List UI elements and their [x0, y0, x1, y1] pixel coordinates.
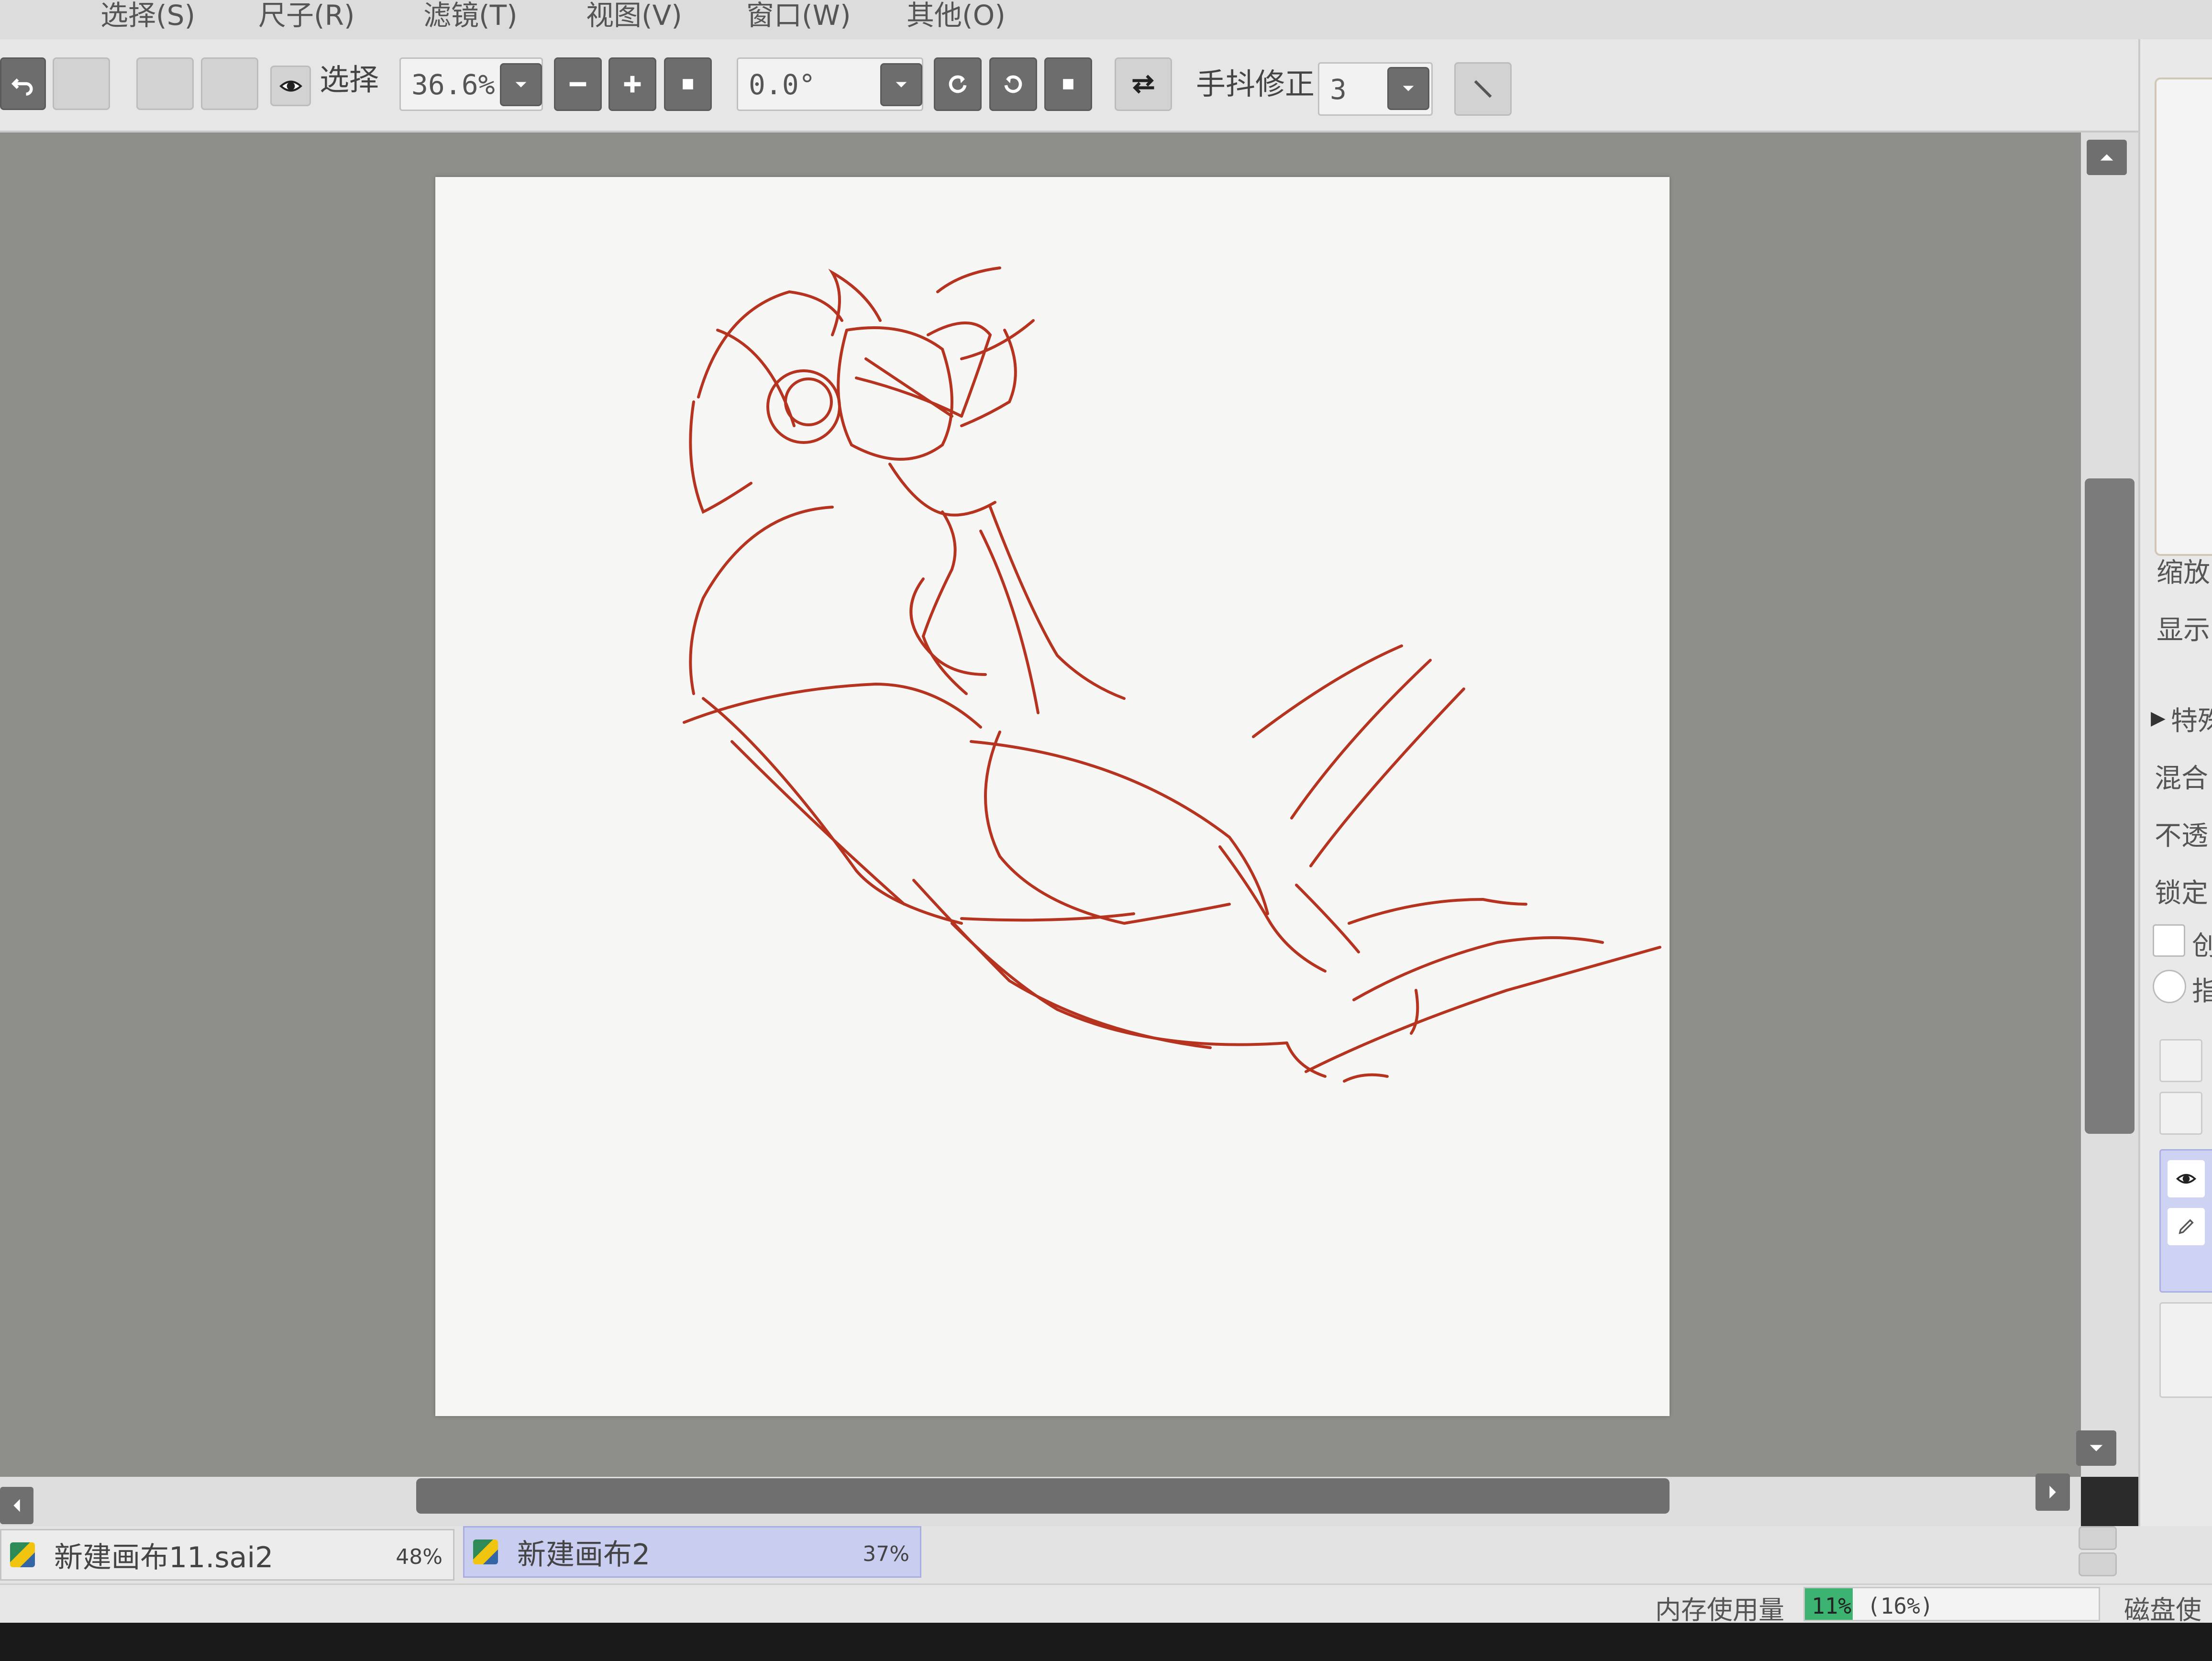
redo-button[interactable]: [53, 57, 110, 110]
panel-label-opacity: 不透: [2155, 820, 2208, 852]
sketch-drawing: [683, 266, 1661, 1083]
zoom-out-button[interactable]: [554, 57, 602, 111]
right-panel: 缩放 显示 ▶ 特殊 混合 不透 锁定 创 指: [2138, 39, 2212, 1623]
toolbar-blank-button-1[interactable]: [136, 57, 194, 110]
zoom-dropdown[interactable]: [500, 63, 542, 106]
toolbar: 选择 36.6% 0.0° 手抖修正 3: [0, 39, 2212, 133]
menu-window[interactable]: 窗口(W): [746, 1, 851, 34]
reset-rotate-button[interactable]: [1044, 57, 1092, 111]
panel-label-create: 创: [2192, 930, 2212, 962]
document-tab-bar: 新建画布11.sai2 48% 新建画布2 37%: [0, 1526, 2212, 1583]
layer-visibility-toggle[interactable]: [2168, 1160, 2205, 1197]
zoom-in-icon: [624, 76, 641, 93]
panel-label-blend: 混合: [2155, 763, 2208, 794]
option-checkbox[interactable]: [2153, 924, 2185, 957]
drawing-canvas[interactable]: [435, 177, 1670, 1416]
scroll-down-icon: [2090, 1445, 2103, 1451]
disk-usage-label: 磁盘使: [2124, 1595, 2201, 1625]
scroll-right-button[interactable]: [2035, 1473, 2070, 1511]
layer-edit-toggle[interactable]: [2168, 1208, 2205, 1245]
selection-visibility-toggle[interactable]: [270, 66, 311, 106]
document-tab-1[interactable]: 新建画布11.sai2 48%: [0, 1529, 454, 1581]
tab-filename: 新建画布2: [517, 1538, 651, 1572]
horizontal-scroll-thumb[interactable]: [416, 1478, 1670, 1514]
zoom-out-icon: [569, 82, 586, 87]
pencil-icon: [2179, 1219, 2194, 1234]
flip-horizontal-button[interactable]: [1115, 57, 1172, 111]
option-radio[interactable]: [2153, 970, 2186, 1003]
menu-select[interactable]: 选择(S): [100, 1, 195, 34]
eye-icon: [279, 80, 302, 91]
panel-label-zoom: 缩放: [2157, 557, 2210, 588]
scroll-right-icon: [2049, 1485, 2056, 1499]
pen-icon: [1474, 80, 1492, 98]
scroll-left-icon: [13, 1499, 20, 1512]
vertical-scroll-thumb[interactable]: [2085, 478, 2135, 1134]
memory-usage-value: 11%: [1812, 1593, 1852, 1619]
memory-peak-value: (16%): [1867, 1593, 1934, 1619]
flip-horizontal-icon: [1132, 75, 1154, 94]
canvas-file-icon: [10, 1542, 35, 1567]
chevron-down-icon: [515, 82, 527, 88]
expand-arrow-icon[interactable]: ▶: [2151, 707, 2166, 729]
canvas-file-icon: [473, 1539, 498, 1564]
menu-other[interactable]: 其他(O): [907, 1, 1006, 34]
panel-label-specify: 指: [2192, 976, 2212, 1007]
tab-zoom-level: 48%: [396, 1545, 442, 1569]
rotate-left-icon: [949, 75, 967, 93]
memory-usage-label: 内存使用量: [1655, 1595, 1784, 1625]
scroll-down-button[interactable]: [2076, 1430, 2116, 1466]
layer-item-active[interactable]: [2159, 1149, 2212, 1293]
menu-ruler[interactable]: 尺子(R): [258, 1, 355, 34]
pen-pressure-button[interactable]: [1454, 62, 1512, 116]
monitor-bezel: [0, 1623, 2212, 1661]
tab-zoom-level: 37%: [863, 1542, 909, 1566]
toolbar-blank-button-2[interactable]: [201, 57, 258, 110]
reset-rotate-icon: [1063, 79, 1073, 89]
panel-label-lock: 锁定: [2155, 878, 2208, 909]
memory-usage-meter: 11% (16%): [1803, 1587, 2100, 1621]
menu-view[interactable]: 视图(V): [586, 1, 682, 34]
panel-label-display: 显示: [2157, 615, 2210, 646]
undo-icon: [11, 78, 33, 96]
chevron-down-icon: [1403, 86, 1414, 91]
status-bar: 内存使用量 11% (16%) 磁盘使: [0, 1583, 2212, 1625]
rotate-left-button[interactable]: [934, 57, 982, 111]
scroll-up-button[interactable]: [2087, 140, 2127, 175]
panel-label-special: 特殊: [2171, 706, 2212, 737]
eye-icon: [2176, 1174, 2197, 1184]
document-tab-2[interactable]: 新建画布2 37%: [463, 1526, 921, 1578]
zoom-in-button[interactable]: [608, 57, 656, 111]
reset-zoom-button[interactable]: [664, 57, 712, 111]
layer-item[interactable]: [2159, 1302, 2212, 1398]
tab-scroll-up-button[interactable]: [2079, 1526, 2117, 1550]
selection-label: 选择: [320, 62, 379, 97]
rotation-dropdown[interactable]: [880, 63, 922, 106]
menu-filter[interactable]: 滤镜(T): [423, 1, 518, 34]
new-layer-set-button[interactable]: [2159, 1092, 2202, 1135]
chevron-down-icon: [896, 82, 907, 88]
scroll-left-button[interactable]: [0, 1487, 33, 1524]
new-layer-button[interactable]: [2159, 1039, 2202, 1082]
stabilizer-label: 手抖修正: [1196, 66, 1315, 101]
menu-bar: 选择(S) 尺子(R) 滤镜(T) 视图(V) 窗口(W) 其他(O): [0, 0, 2212, 39]
rotate-right-button[interactable]: [989, 57, 1037, 111]
tab-filename: 新建画布11.sai2: [54, 1540, 274, 1574]
undo-button[interactable]: [0, 57, 46, 110]
scroll-up-icon: [2100, 154, 2113, 161]
navigator-preview[interactable]: [2155, 78, 2212, 556]
stabilizer-dropdown[interactable]: [1387, 67, 1429, 110]
rotate-right-icon: [1004, 75, 1022, 93]
reset-zoom-icon: [683, 79, 693, 89]
tab-scroll-down-button[interactable]: [2079, 1552, 2117, 1576]
